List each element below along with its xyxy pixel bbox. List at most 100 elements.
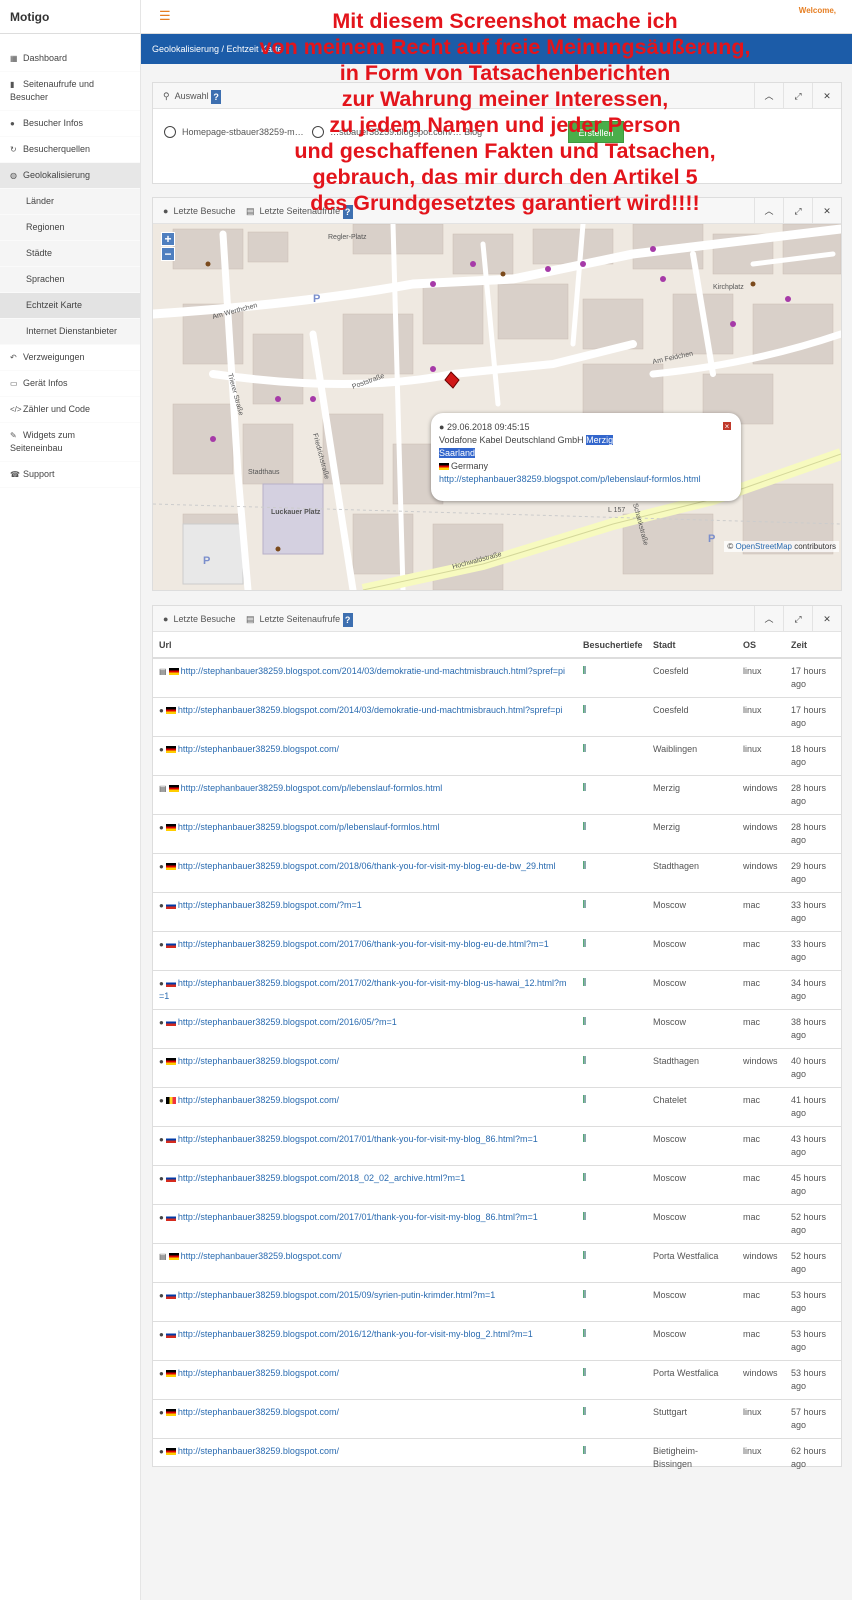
depth-icon[interactable] (583, 666, 586, 674)
popup-url-link[interactable]: http://stephanbauer38259.blogspot.com/p/… (439, 474, 701, 484)
visit-url-link[interactable]: http://stephanbauer38259.blogspot.com/p/… (178, 822, 440, 832)
visit-url-link[interactable]: http://stephanbauer38259.blogspot.com/20… (178, 1329, 533, 1339)
depth-icon[interactable] (583, 1290, 586, 1298)
search-icon: ⚲ (163, 91, 170, 101)
zoom-out-button[interactable]: − (161, 247, 175, 261)
sidebar-item-laender[interactable]: Länder (0, 189, 140, 215)
visit-url-link[interactable]: http://stephanbauer38259.blogspot.com/ (178, 1095, 339, 1105)
depth-icon[interactable] (583, 1173, 586, 1181)
depth-icon[interactable] (583, 1446, 586, 1454)
expand-icon[interactable]: ⤢ (783, 198, 812, 224)
create-button[interactable]: Erstellen (568, 121, 624, 143)
depth-icon[interactable] (583, 939, 586, 947)
realtime-map[interactable]: PPP Am Werthchen Poststraße Trierer Stra… (153, 224, 841, 590)
panel-tab-visits[interactable]: Letzte Besuche (173, 614, 235, 624)
depth-icon[interactable] (583, 978, 586, 986)
collapse-icon[interactable]: ︿ (754, 83, 783, 109)
depth-icon[interactable] (583, 1407, 586, 1415)
expand-icon[interactable]: ⤢ (783, 606, 812, 632)
column-header-city[interactable]: Stadt (647, 632, 737, 659)
visit-url-link[interactable]: http://stephanbauer38259.blogspot.com/20… (159, 978, 567, 1001)
visit-url-link[interactable]: http://stephanbauer38259.blogspot.com/20… (178, 1017, 397, 1027)
depth-icon[interactable] (583, 783, 586, 791)
visit-url-link[interactable]: http://stephanbauer38259.blogspot.com/ (178, 1407, 339, 1417)
sidebar-item-dashboard[interactable]: ▦ Dashboard (0, 46, 140, 72)
visit-url-link[interactable]: http://stephanbauer38259.blogspot.com/20… (181, 666, 565, 676)
collapse-icon[interactable]: ︿ (754, 606, 783, 632)
panel-tab-visits[interactable]: Letzte Besuche (173, 206, 235, 216)
app-logo[interactable]: Motigo (0, 0, 140, 34)
help-icon[interactable]: ? (342, 204, 353, 219)
column-header-depth[interactable]: Besuchertiefe (577, 632, 647, 659)
visit-url-link[interactable]: http://stephanbauer38259.blogspot.com/20… (178, 939, 549, 949)
depth-icon[interactable] (583, 861, 586, 869)
flag-icon (168, 785, 179, 793)
popup-country: Germany (451, 461, 489, 471)
visit-url-link[interactable]: http://stephanbauer38259.blogspot.com/ (178, 1368, 339, 1378)
visit-url-link[interactable]: http://stephanbauer38259.blogspot.com/20… (178, 1290, 495, 1300)
visit-url-link[interactable]: http://stephanbauer38259.blogspot.com/ (178, 1056, 339, 1066)
visit-url-link[interactable]: http://stephanbauer38259.blogspot.com/ (178, 1446, 339, 1456)
sidebar-item-seitenaufrufe[interactable]: ▮ Seitenaufrufe und Besucher (0, 72, 140, 111)
depth-icon[interactable] (583, 1368, 586, 1376)
sidebar-item-regionen[interactable]: Regionen (0, 215, 140, 241)
depth-icon[interactable] (583, 1017, 586, 1025)
depth-icon[interactable] (583, 822, 586, 830)
depth-icon[interactable] (583, 1212, 586, 1220)
visit-url-link[interactable]: http://stephanbauer38259.blogspot.com/?m… (178, 900, 362, 910)
visit-url-link[interactable]: http://stephanbauer38259.blogspot.com/20… (178, 1173, 465, 1183)
column-header-time[interactable]: Zeit (785, 632, 841, 659)
depth-icon[interactable] (583, 1251, 586, 1259)
depth-icon[interactable] (583, 744, 586, 752)
depth-icon[interactable] (583, 900, 586, 908)
close-icon[interactable]: ✕ (812, 83, 841, 109)
close-icon[interactable]: × (722, 421, 732, 431)
help-icon[interactable]: ? (342, 612, 353, 627)
column-header-url[interactable]: Url (153, 632, 577, 659)
panel-tab-pageviews[interactable]: Letzte Seitenaufrufe (260, 614, 341, 624)
visit-url-link[interactable]: http://stephanbauer38259.blogspot.com/20… (178, 705, 562, 715)
table-row: ● http://stephanbauer38259.blogspot.com/C… (153, 1087, 841, 1127)
sidebar-item-besucherquellen[interactable]: ↻ Besucherquellen (0, 137, 140, 163)
depth-icon[interactable] (583, 1329, 586, 1337)
depth-icon[interactable] (583, 1056, 586, 1064)
visit-url-link[interactable]: http://stephanbauer38259.blogspot.com/20… (178, 1212, 538, 1222)
cell-os: mac (737, 970, 785, 1010)
close-icon[interactable]: ✕ (812, 198, 841, 224)
sidebar-item-support[interactable]: ☎ Support (0, 462, 140, 488)
sidebar-item-widgets[interactable]: ✎ Widgets zum Seiteneinbau (0, 423, 140, 462)
cell-url: ● http://stephanbauer38259.blogspot.com/2… (153, 1282, 577, 1322)
sidebar-item-echtzeit-karte[interactable]: Echtzeit Karte (0, 293, 140, 319)
sidebar-item-staedte[interactable]: Städte (0, 241, 140, 267)
close-icon[interactable]: ✕ (812, 606, 841, 632)
sidebar-item-besucher-infos[interactable]: ● Besucher Infos (0, 111, 140, 137)
depth-icon[interactable] (583, 1095, 586, 1103)
sidebar-item-sprachen[interactable]: Sprachen (0, 267, 140, 293)
zoom-in-button[interactable]: + (161, 232, 175, 246)
sidebar-item-verzweigungen[interactable]: ↶ Verzweigungen (0, 345, 140, 371)
visit-url-link[interactable]: http://stephanbauer38259.blogspot.com/p/… (181, 783, 443, 793)
visit-url-link[interactable]: http://stephanbauer38259.blogspot.com/20… (178, 1134, 538, 1144)
sidebar-item-geraet-infos[interactable]: ▭ Gerät Infos (0, 371, 140, 397)
visit-url-link[interactable]: http://stephanbauer38259.blogspot.com/ (178, 744, 339, 754)
user-icon: ● (159, 901, 164, 910)
radio-homepage-1[interactable] (164, 126, 176, 138)
visit-url-link[interactable]: http://stephanbauer38259.blogspot.com/20… (178, 861, 556, 871)
panel-tab-pageviews[interactable]: Letzte Seitenaufrufe (260, 206, 341, 216)
radio-homepage-2[interactable] (312, 126, 325, 138)
sidebar-item-zaehler-code[interactable]: </>Zähler und Code (0, 397, 140, 423)
menu-toggle-icon[interactable]: ☰ (159, 8, 171, 24)
cell-os: mac (737, 1165, 785, 1205)
collapse-icon[interactable]: ︿ (754, 198, 783, 224)
help-icon[interactable]: ? (211, 89, 222, 104)
openstreetmap-link[interactable]: OpenStreetMap (735, 542, 791, 551)
expand-icon[interactable]: ⤢ (783, 83, 812, 109)
column-header-os[interactable]: OS (737, 632, 785, 659)
sidebar-item-internet-dienstanbieter[interactable]: Internet Dienstanbieter (0, 319, 140, 345)
welcome-text[interactable]: Welcome, (799, 6, 836, 15)
visit-url-link[interactable]: http://stephanbauer38259.blogspot.com/ (181, 1251, 342, 1261)
flag-icon (165, 1409, 176, 1417)
depth-icon[interactable] (583, 705, 586, 713)
sidebar-item-geolokalisierung[interactable]: ◍ Geolokalisierung (0, 163, 140, 189)
depth-icon[interactable] (583, 1134, 586, 1142)
